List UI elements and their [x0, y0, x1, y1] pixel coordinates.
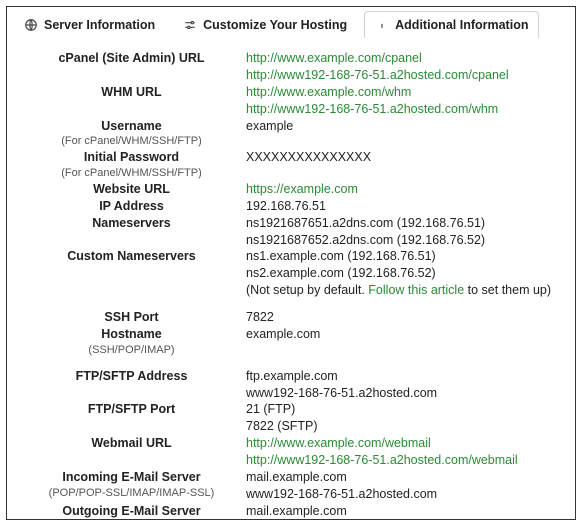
field-label: WHM URL	[21, 84, 242, 101]
note-text-post: to set them up)	[464, 283, 551, 297]
hosting-info-panel: Server Information Customize Your Hostin…	[6, 6, 576, 520]
row-incoming-mail: Incoming E-Mail Server (POP/POP-SSL/IMAP…	[21, 469, 561, 503]
custom-nameserver-1: ns1.example.com (192.168.76.51)	[246, 248, 561, 265]
field-label: Custom Nameservers	[21, 248, 242, 265]
incoming-mail-1: mail.example.com	[246, 469, 561, 486]
tab-server-information[interactable]: Server Information	[13, 11, 166, 38]
website-url-link[interactable]: https://example.com	[246, 182, 358, 196]
row-initial-password: Initial Password (For cPanel/WHM/SSH/FTP…	[21, 149, 561, 181]
initial-password-value: XXXXXXXXXXXXXXX	[246, 149, 561, 166]
field-label: Hostname	[21, 326, 242, 343]
tab-label: Additional Information	[395, 18, 528, 32]
cpanel-url-alt-link[interactable]: http://www192-168-76-51.a2hosted.com/cpa…	[246, 68, 509, 82]
ftp-port-1: 21 (FTP)	[246, 401, 561, 418]
field-sublabel: (POP/POP-SSL/IMAP/IMAP-SSL)	[21, 486, 242, 501]
additional-info-panel: cPanel (Site Admin) URL http://www.examp…	[7, 38, 575, 520]
row-username: Username (For cPanel/WHM/SSH/FTP) exampl…	[21, 118, 561, 150]
info-icon	[375, 18, 389, 32]
custom-nameserver-2: ns2.example.com (192.168.76.52)	[246, 265, 561, 282]
incoming-mail-2: www192-168-76-51.a2hosted.com	[246, 486, 561, 503]
field-label: Webmail URL	[21, 435, 242, 452]
nameserver-2: ns1921687652.a2dns.com (192.168.76.52)	[246, 232, 561, 249]
field-label: Nameservers	[21, 215, 242, 232]
ssh-port-value: 7822	[246, 309, 561, 326]
ip-address-value: 192.168.76.51	[246, 198, 561, 215]
field-label: IP Address	[21, 198, 242, 215]
tab-label: Server Information	[44, 18, 155, 32]
field-sublabel: (SSH/POP/IMAP)	[21, 343, 242, 358]
custom-nameserver-note: (Not setup by default. Follow this artic…	[246, 282, 561, 299]
nameserver-1: ns1921687651.a2dns.com (192.168.76.51)	[246, 215, 561, 232]
row-custom-nameservers: Custom Nameservers ns1.example.com (192.…	[21, 248, 561, 299]
row-hostname: Hostname (SSH/POP/IMAP) example.com	[21, 326, 561, 358]
ftp-port-2: 7822 (SFTP)	[246, 418, 561, 435]
row-nameservers: Nameservers ns1921687651.a2dns.com (192.…	[21, 215, 561, 249]
row-whm-url: WHM URL http://www.example.com/whm http:…	[21, 84, 561, 118]
globe-icon	[24, 18, 38, 32]
row-cpanel-url: cPanel (Site Admin) URL http://www.examp…	[21, 50, 561, 84]
cpanel-url-primary-link[interactable]: http://www.example.com/cpanel	[246, 51, 422, 65]
custom-nameserver-help-link[interactable]: Follow this article	[368, 283, 464, 297]
field-label: Initial Password	[21, 149, 242, 166]
field-label: cPanel (Site Admin) URL	[21, 50, 242, 67]
field-label: Incoming E-Mail Server	[21, 469, 242, 486]
row-ftp-port: FTP/SFTP Port 21 (FTP) 7822 (SFTP)	[21, 401, 561, 435]
field-sublabel: (For cPanel/WHM/SSH/FTP)	[21, 134, 242, 149]
whm-url-alt-link[interactable]: http://www192-168-76-51.a2hosted.com/whm	[246, 102, 498, 116]
field-label: FTP/SFTP Address	[21, 368, 242, 385]
sliders-icon	[183, 18, 197, 32]
whm-url-primary-link[interactable]: http://www.example.com/whm	[246, 85, 411, 99]
field-label: Website URL	[21, 181, 242, 198]
row-website-url: Website URL https://example.com	[21, 181, 561, 198]
webmail-url-primary-link[interactable]: http://www.example.com/webmail	[246, 436, 431, 450]
username-value: example	[246, 118, 561, 135]
tab-label: Customize Your Hosting	[203, 18, 347, 32]
hostname-value: example.com	[246, 326, 561, 343]
row-ip-address: IP Address 192.168.76.51	[21, 198, 561, 215]
row-webmail-url: Webmail URL http://www.example.com/webma…	[21, 435, 561, 469]
ftp-address-1: ftp.example.com	[246, 368, 561, 385]
field-label: Outgoing E-Mail Server	[21, 503, 242, 520]
row-ssh-port: SSH Port 7822	[21, 309, 561, 326]
row-ftp-address: FTP/SFTP Address ftp.example.com www192-…	[21, 368, 561, 402]
field-label: FTP/SFTP Port	[21, 401, 242, 418]
tab-additional-information[interactable]: Additional Information	[364, 11, 539, 38]
ftp-address-2: www192-168-76-51.a2hosted.com	[246, 385, 561, 402]
note-text-pre: (Not setup by default.	[246, 283, 368, 297]
field-label: Username	[21, 118, 242, 135]
outgoing-mail-1: mail.example.com	[246, 503, 561, 520]
row-outgoing-mail: Outgoing E-Mail Server (SMTP/SMTP-SSL) m…	[21, 503, 561, 520]
field-label: SSH Port	[21, 309, 242, 326]
tab-bar: Server Information Customize Your Hostin…	[7, 7, 575, 38]
webmail-url-alt-link[interactable]: http://www192-168-76-51.a2hosted.com/web…	[246, 453, 518, 467]
tab-customize-hosting[interactable]: Customize Your Hosting	[172, 11, 358, 38]
field-sublabel: (For cPanel/WHM/SSH/FTP)	[21, 166, 242, 181]
